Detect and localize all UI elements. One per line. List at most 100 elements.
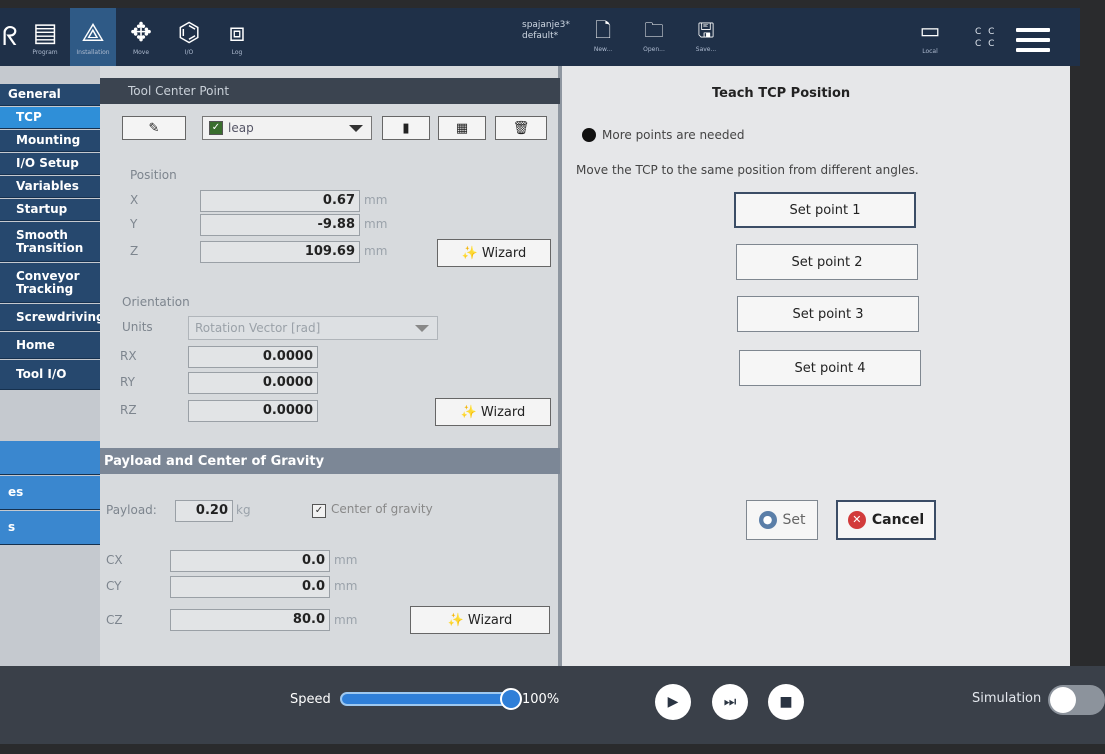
robot-partial-tab[interactable]: ᖇ <box>0 8 20 66</box>
sidebar-item-screwdriving[interactable]: Screwdriving <box>0 304 105 331</box>
installation-sidebar: General TCP Mounting I/O Setup Variables… <box>0 66 105 666</box>
cx-unit: mm <box>334 553 358 567</box>
orientation-label: Orientation <box>122 295 190 309</box>
tab-installation[interactable]: ⟁ Installation <box>70 8 116 66</box>
sidebar-item-variables[interactable]: Variables <box>0 176 100 198</box>
play-icon: ▶ <box>667 694 679 710</box>
play-button[interactable]: ▶ <box>655 684 691 720</box>
trash-icon: 🗑 <box>512 120 530 136</box>
cog-cx-field[interactable]: 0.0 <box>170 550 330 572</box>
cog-wizard-button[interactable]: ✨ Wizard <box>410 606 550 634</box>
tab-log[interactable]: ⧈ Log <box>214 8 260 66</box>
tcp-ry-field[interactable]: 0.0000 <box>188 372 318 394</box>
set-point-3-label: Set point 3 <box>792 306 864 322</box>
position-wizard-button[interactable]: ✨ Wizard <box>437 239 551 267</box>
set-point-1-button[interactable]: Set point 1 <box>734 192 916 228</box>
bookmark-icon: ▮ <box>402 120 410 136</box>
tcp-x-field[interactable]: 0.67 <box>200 190 360 212</box>
set-point-4-button[interactable]: Set point 4 <box>739 350 921 386</box>
x-unit: mm <box>364 193 388 207</box>
rx-label: RX <box>120 349 137 363</box>
rotation-units-dropdown[interactable]: Rotation Vector [rad] <box>188 316 438 340</box>
tcp-rz-field[interactable]: 0.0000 <box>188 400 318 422</box>
simulation-toggle[interactable] <box>1048 685 1105 715</box>
edit-tcp-button[interactable]: ✎ <box>122 116 186 140</box>
sidebar-item-tool-io[interactable]: Tool I/O <box>0 360 100 390</box>
set-point-3-button[interactable]: Set point 3 <box>737 296 919 332</box>
tab-program[interactable]: ▤ Program <box>22 8 68 66</box>
cog-cz-field[interactable]: 80.0 <box>170 609 330 631</box>
sidebar-item-fieldbus[interactable]: s <box>0 511 100 545</box>
wand-icon: ✨ <box>461 245 478 261</box>
teach-status-text: More points are needed <box>602 128 745 142</box>
add-tcp-button[interactable]: ▦ <box>438 116 486 140</box>
sidebar-item-smooth-transition[interactable]: Smooth Transition <box>0 222 100 262</box>
sidebar-item-io-setup[interactable]: I/O Setup <box>0 153 100 175</box>
wizard-label: Wizard <box>467 612 513 628</box>
cx-label: CX <box>106 553 123 567</box>
set-point-2-button[interactable]: Set point 2 <box>736 244 918 280</box>
tab-move[interactable]: ✥ Move <box>118 8 164 66</box>
delete-tcp-button[interactable]: 🗑 <box>495 116 547 140</box>
y-label: Y <box>130 217 138 231</box>
installation-filename: default* <box>522 31 559 41</box>
sidebar-item-label: Screwdriving <box>16 309 105 324</box>
sidebar-item-label: General <box>8 87 61 101</box>
sidebar-item-general[interactable]: General <box>0 84 100 106</box>
tcp-rx-field[interactable]: 0.0000 <box>188 346 318 368</box>
hamburger-menu-icon[interactable] <box>1016 28 1050 52</box>
tcp-z-field[interactable]: 109.69 <box>200 241 360 263</box>
sidebar-item-features[interactable]: es <box>0 476 100 510</box>
cog-cy-field[interactable]: 0.0 <box>170 576 330 598</box>
tab-io[interactable]: ⌬ I/O <box>166 8 212 66</box>
cancel-button[interactable]: ✕ Cancel <box>836 500 936 540</box>
z-unit: mm <box>364 244 388 258</box>
stop-button[interactable]: ■ <box>768 684 804 720</box>
payload-field[interactable]: 0.20 <box>175 500 233 522</box>
step-button[interactable]: ⏭ <box>712 684 748 720</box>
sidebar-item-safety[interactable] <box>0 441 100 475</box>
set-default-tcp-button[interactable]: ▮ <box>382 116 430 140</box>
sidebar-item-mounting[interactable]: Mounting <box>0 130 100 152</box>
tab-installation-label: Installation <box>76 48 110 56</box>
local-control-button[interactable]: ▭ Local <box>900 18 960 66</box>
teach-title: Teach TCP Position <box>712 86 851 101</box>
tab-program-label: Program <box>32 48 58 56</box>
sidebar-item-label: s <box>8 520 16 534</box>
set-tcp-button[interactable]: ● Set <box>746 500 818 540</box>
speed-label: Speed <box>290 692 331 707</box>
robot-partial-icon: ᖇ <box>2 22 18 52</box>
rz-label: RZ <box>120 403 137 417</box>
orientation-wizard-button[interactable]: ✨ Wizard <box>435 398 551 426</box>
speed-slider-track[interactable] <box>340 692 512 706</box>
tcp-y-field[interactable]: -9.88 <box>200 214 360 236</box>
sidebar-item-label: Mounting <box>16 133 81 147</box>
open-button[interactable]: 🗀 Open... <box>634 16 674 66</box>
top-bar: ᖇ ▤ Program ⟁ Installation ✥ Move ⌬ I/O … <box>0 8 1080 66</box>
io-icon: ⌬ <box>177 17 201 48</box>
cog-checkbox-row[interactable]: ✓ Center of gravity <box>312 502 433 518</box>
ry-label: RY <box>120 375 135 389</box>
chevron-down-icon <box>415 325 429 332</box>
save-button[interactable]: 🖫 Save... <box>686 16 726 66</box>
wizard-label: Wizard <box>480 404 526 420</box>
step-icon: ⏭ <box>723 694 737 710</box>
tcp-enabled-checkbox[interactable]: ✓ <box>209 121 223 135</box>
teach-tcp-panel: Teach TCP Position More points are neede… <box>562 66 1070 666</box>
sidebar-item-startup[interactable]: Startup <box>0 199 100 221</box>
speed-slider-handle[interactable] <box>500 688 522 710</box>
cog-checkbox[interactable]: ✓ <box>312 504 326 518</box>
sidebar-item-home[interactable]: Home <box>0 332 100 359</box>
cog-label: Center of gravity <box>331 502 433 516</box>
status-dot-icon <box>582 128 596 142</box>
sidebar-item-tcp[interactable]: TCP <box>0 107 100 129</box>
simulation-toggle-knob <box>1050 687 1076 713</box>
new-button[interactable]: 🗋 New... <box>583 16 623 66</box>
screen-frame: ᖇ ▤ Program ⟁ Installation ✥ Move ⌬ I/O … <box>0 0 1105 754</box>
sidebar-item-conveyor-tracking[interactable]: Conveyor Tracking <box>0 263 100 303</box>
tcp-select-dropdown[interactable]: ✓ leap <box>202 116 372 140</box>
tab-io-label: I/O <box>184 48 194 56</box>
cancel-x-icon: ✕ <box>847 511 866 529</box>
cancel-label: Cancel <box>871 512 925 528</box>
cy-label: CY <box>106 579 122 593</box>
